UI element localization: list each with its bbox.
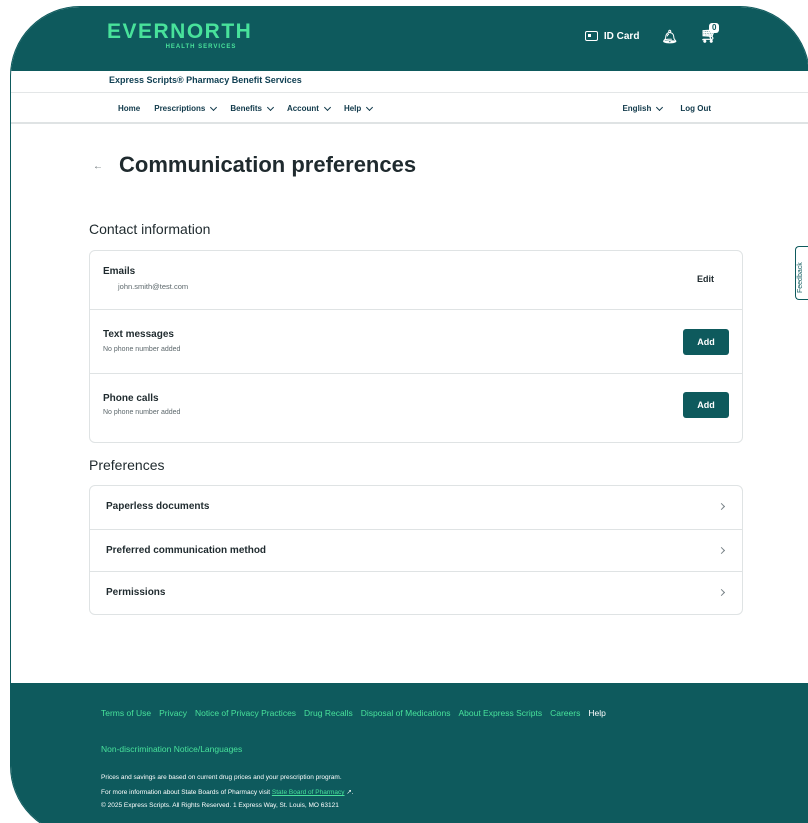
preference-row-communication-method[interactable]: Preferred communication method [90,530,742,572]
preferences-section-title: Preferences [89,457,165,473]
emails-title: Emails [103,266,136,277]
evernorth-logo[interactable]: EVERNORTH HEALTH SERVICES [107,20,253,51]
feedback-tab[interactable]: Feedback [795,246,808,300]
footer-link[interactable]: Disposal of Medications [361,708,451,718]
emails-value: john.smith@test.com [118,282,189,291]
back-arrow-icon[interactable]: ← [93,161,103,172]
emails-row: Emails john.smith@test.com Edit [90,251,742,310]
id-card-icon [584,31,598,41]
top-bar: EVERNORTH HEALTH SERVICES ID Card 🔔︎ 🛒︎ … [11,7,808,71]
app-window: EVERNORTH HEALTH SERVICES ID Card 🔔︎ 🛒︎ … [10,6,808,823]
emails-edit-link[interactable]: Edit [697,274,714,284]
cart-count-badge: 0 [708,23,720,33]
preference-label: Preferred communication method [106,545,267,556]
cart-button[interactable]: 🛒︎ 0 [700,23,720,43]
preference-row-paperless[interactable]: Paperless documents [90,486,742,530]
external-link-icon: ↗ [346,789,352,796]
logo-tagline: HEALTH SERVICES [165,44,237,50]
page-title: Communication preferences [119,152,417,177]
text-messages-add-button[interactable]: Add [683,329,729,355]
copyright: © 2025 Express Scripts. All Rights Reser… [101,802,339,809]
id-card-label: ID Card [603,30,640,42]
nav-help[interactable]: Help [343,103,374,113]
state-board-link[interactable]: State Board of Pharmacy [272,789,345,796]
prices-note: Prices and savings are based on current … [101,774,342,781]
boards-note: For more information about State Boards … [101,789,354,796]
nav-account[interactable]: Account [286,103,331,113]
footer-link[interactable]: Notice of Privacy Practices [195,708,296,718]
text-messages-value: No phone number added [103,346,181,353]
chevron-right-icon [717,502,726,511]
logo-wordmark: EVERNORTH [107,20,253,43]
footer-link-help[interactable]: Help [588,708,605,718]
footer: Terms of Use Privacy Notice of Privacy P… [11,683,808,823]
chevron-right-icon [717,588,726,597]
preferences-card: Paperless documents Preferred communicat… [89,485,743,615]
chevron-right-icon [717,546,726,555]
chevron-down-icon [366,103,374,111]
nav-benefits-label: Benefits [230,104,262,113]
id-card-button[interactable]: ID Card [584,30,640,42]
contact-card: Emails john.smith@test.com Edit Text mes… [89,250,743,443]
phone-calls-value: No phone number added [103,409,181,416]
footer-link[interactable]: Privacy [159,708,187,718]
text-messages-title: Text messages [103,329,174,340]
phone-calls-title: Phone calls [103,393,159,404]
footer-link[interactable]: Terms of Use [101,708,151,718]
non-discrimination-link[interactable]: Non-discrimination Notice/Languages [101,744,242,754]
language-selector[interactable]: English [622,103,664,113]
nav-home[interactable]: Home [118,104,140,113]
nav-prescriptions[interactable]: Prescriptions [154,103,218,113]
sub-brand-title: Express Scripts® Pharmacy Benefit Servic… [109,75,302,85]
boards-note-text: For more information about State Boards … [101,789,271,796]
chevron-down-icon [323,103,331,111]
bell-icon[interactable]: 🔔︎ [661,30,678,43]
feedback-label: Feedback [797,262,804,293]
nav-prescriptions-label: Prescriptions [154,104,206,113]
footer-link[interactable]: Drug Recalls [304,708,353,718]
footer-links: Terms of Use Privacy Notice of Privacy P… [101,708,606,718]
top-actions: ID Card 🔔︎ 🛒︎ 0 [584,23,720,43]
preference-label: Paperless documents [106,501,210,512]
preference-row-permissions[interactable]: Permissions [90,572,742,614]
contact-section-title: Contact information [89,221,211,237]
sub-brand-bar: Express Scripts® Pharmacy Benefit Servic… [11,71,808,93]
language-label: English [622,104,652,113]
nav-benefits[interactable]: Benefits [230,103,274,113]
footer-link[interactable]: Careers [550,708,580,718]
footer-link[interactable]: About Express Scripts [458,708,542,718]
chevron-down-icon [656,103,664,111]
main-nav: Home Prescriptions Benefits Account Help… [11,94,808,124]
chevron-down-icon [266,103,274,111]
phone-calls-add-button[interactable]: Add [683,392,729,418]
text-messages-row: Text messages No phone number added Add [90,310,742,374]
logout-link[interactable]: Log Out [680,104,711,113]
chevron-down-icon [210,103,218,111]
preference-label: Permissions [106,587,166,598]
nav-account-label: Account [286,104,319,113]
nav-help-label: Help [343,104,362,113]
phone-calls-row: Phone calls No phone number added Add [90,374,742,442]
